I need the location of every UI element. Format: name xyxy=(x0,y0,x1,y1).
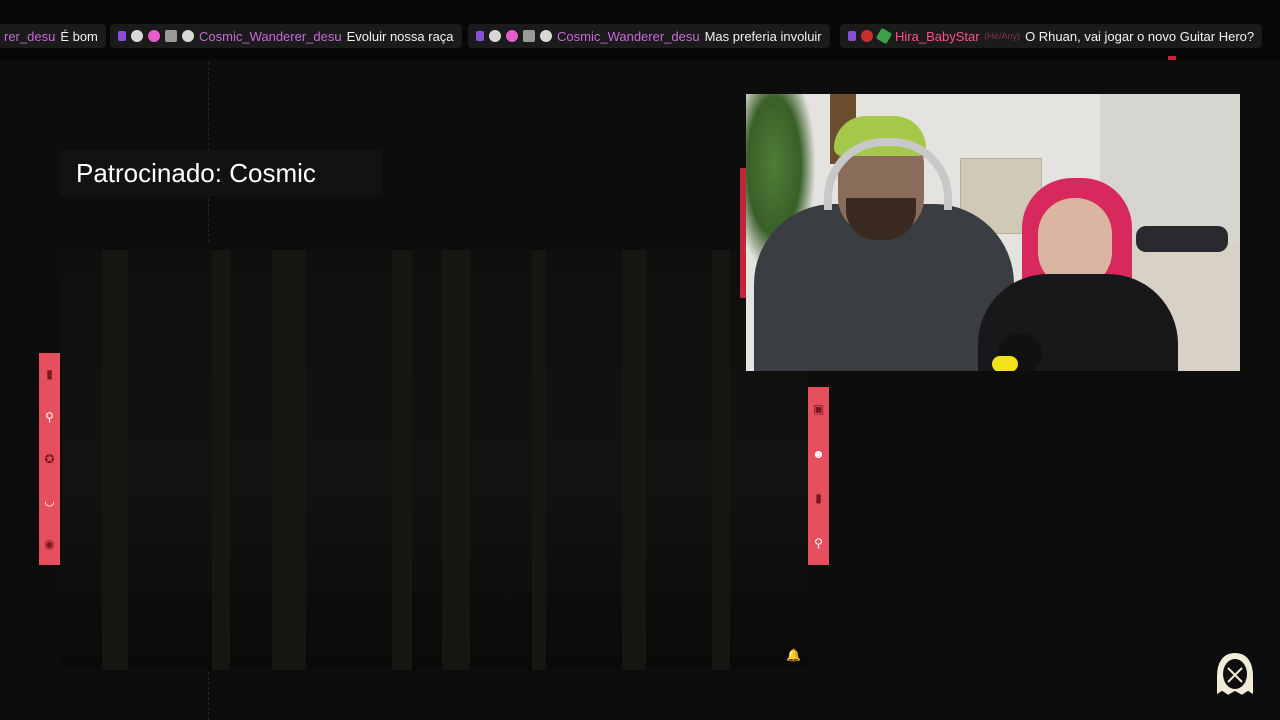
chat-text: O Rhuan, vai jogar o novo Guitar Hero? xyxy=(1025,28,1255,44)
bell-icon: 🔔 xyxy=(786,648,801,662)
star-badge-icon xyxy=(540,30,552,42)
sub-badge-icon xyxy=(118,31,126,41)
decor-mark xyxy=(1168,56,1176,60)
bomb-badge-icon xyxy=(861,30,873,42)
webcam-feed xyxy=(746,94,1240,371)
star-badge-icon xyxy=(182,30,194,42)
tarot-card-icon: ▮ xyxy=(815,491,822,506)
chat-text: É bom xyxy=(60,28,98,44)
lantern-icon: ▣ xyxy=(812,402,825,417)
tree-trunk xyxy=(532,250,546,670)
sponsor-title-box: Patrocinado: Cosmic xyxy=(60,150,382,196)
tree-trunk xyxy=(712,250,730,670)
pentagram-icon: ✪ xyxy=(44,451,55,466)
page-title: Patrocinado: Cosmic xyxy=(76,157,316,188)
chat-message: Hira_BabyStar (He/Any) O Rhuan, vai joga… xyxy=(840,24,1263,48)
chat-username: Hira_BabyStar xyxy=(895,28,980,44)
chat-ticker: rer_desu É bom Cosmic_Wanderer_desu Evol… xyxy=(0,0,1280,60)
chat-username: rer_desu xyxy=(4,28,56,44)
tree-trunk xyxy=(212,250,230,670)
tarot-card-icon: ▮ xyxy=(46,367,53,382)
chat-message: Cosmic_Wanderer_desu Evoluir nossa raça xyxy=(110,24,462,48)
right-decor-strip: ▣ ☻ ▮ ⚲ xyxy=(808,387,829,565)
smile-icon: ☻ xyxy=(812,446,825,461)
sub-badge-icon xyxy=(476,31,484,41)
sub-badge-icon xyxy=(848,31,856,41)
tree-trunk xyxy=(102,250,128,670)
chat-message: rer_desu É bom xyxy=(0,24,106,48)
cat-badge-icon xyxy=(165,30,177,42)
spoon-icon: ⚲ xyxy=(45,409,54,424)
guide-line xyxy=(208,672,209,720)
ghost-logo-icon xyxy=(1208,648,1262,702)
pronoun-tag: (He/Any) xyxy=(984,31,1021,41)
chat-username: Cosmic_Wanderer_desu xyxy=(557,28,700,44)
leaf-badge-icon xyxy=(875,27,893,45)
crescent-icon: ◡ xyxy=(44,494,55,509)
ghost-badge-icon xyxy=(489,30,501,42)
tree-trunk xyxy=(392,250,412,670)
chat-text: Evoluir nossa raça xyxy=(346,28,454,44)
mic-light xyxy=(992,356,1018,371)
tree-trunk xyxy=(272,250,306,670)
spoon-icon: ⚲ xyxy=(814,535,823,550)
chat-username: Cosmic_Wanderer_desu xyxy=(199,28,342,44)
heart-badge-icon xyxy=(506,30,518,42)
left-decor-strip: ▮ ⚲ ✪ ◡ ◉ xyxy=(39,353,60,565)
heart-badge-icon xyxy=(148,30,160,42)
chat-message: Cosmic_Wanderer_desu Mas preferia involu… xyxy=(468,24,830,48)
ghost-badge-icon xyxy=(131,30,143,42)
tree-trunk xyxy=(622,250,646,670)
game-capture: 🔔 xyxy=(62,250,808,670)
cat-badge-icon xyxy=(523,30,535,42)
cam-pillow xyxy=(1136,226,1228,252)
skull-icon: ◉ xyxy=(44,536,55,551)
chat-text: Mas preferia involuir xyxy=(704,28,822,44)
tree-trunk xyxy=(442,250,470,670)
